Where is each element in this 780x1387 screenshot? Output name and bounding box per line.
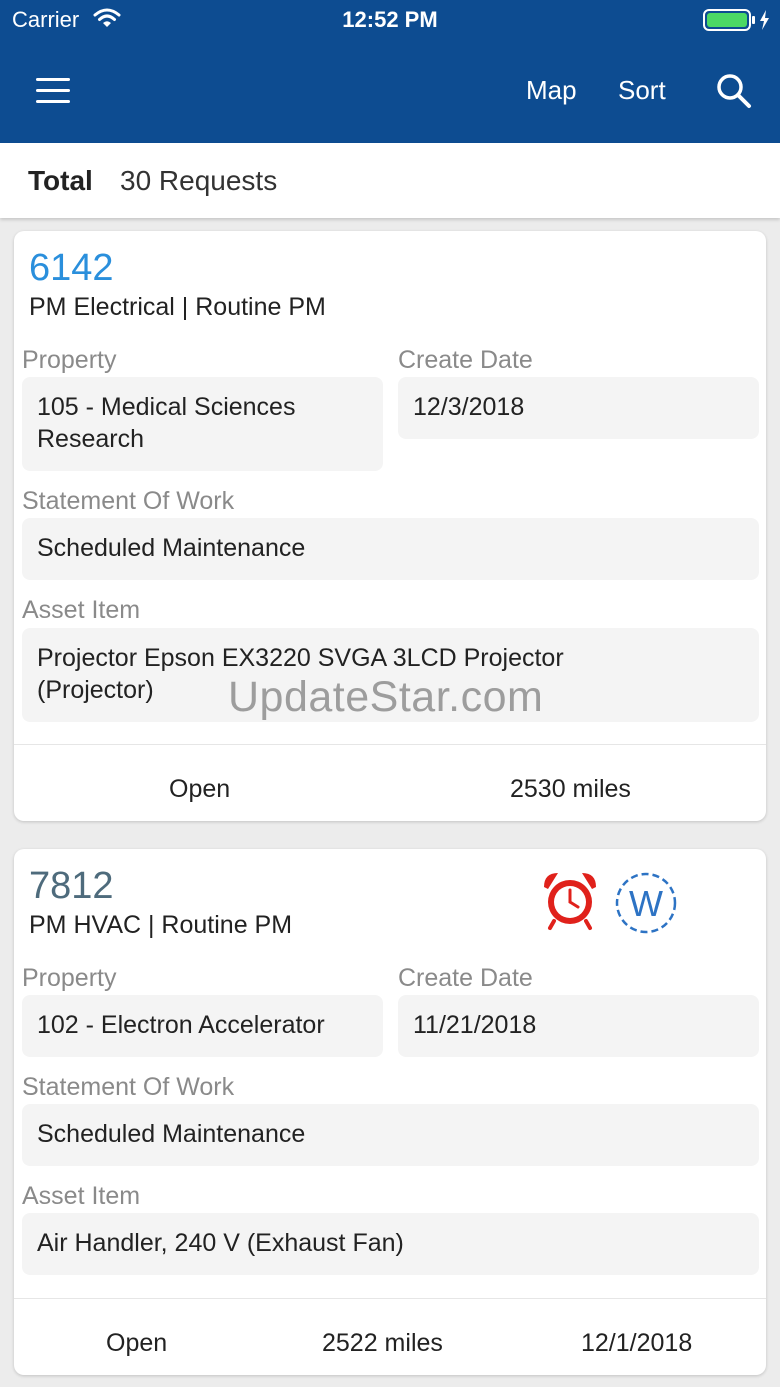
create-date-value: 11/21/2018 (398, 995, 759, 1057)
battery-icon (703, 9, 769, 31)
asset-item-line: Air Handler, 240 V (Exhaust Fan) (37, 1229, 404, 1257)
statement-of-work-text: Scheduled Maintenance (37, 1120, 306, 1148)
property-label: Property (22, 964, 117, 992)
asset-item-value: Air Handler, 240 V (Exhaust Fan) (22, 1213, 759, 1275)
request-distance: 2522 miles (322, 1329, 443, 1357)
request-card[interactable]: 7812 PM HVAC | Routine PM W Property 102… (14, 849, 766, 1375)
statement-of-work-label: Statement Of Work (22, 1073, 235, 1101)
sort-button[interactable]: Sort (618, 75, 666, 106)
watermark-text: UpdateStar.com (228, 673, 544, 721)
total-count: 30 Requests (120, 165, 278, 196)
request-distance: 2530 miles (510, 775, 631, 803)
request-type: PM HVAC | Routine PM (29, 911, 293, 939)
create-date-label: Create Date (398, 964, 533, 992)
statement-of-work-value: Scheduled Maintenance (22, 518, 759, 580)
total-summary-bar: Total 30 Requests (0, 143, 780, 218)
property-value-line: 102 - Electron Accelerator (37, 1011, 325, 1039)
request-id: 7812 (29, 865, 114, 907)
statement-of-work-text: Scheduled Maintenance (37, 534, 306, 562)
property-value-line: 105 - Medical Sciences (37, 393, 296, 421)
request-due-date: 12/1/2018 (581, 1329, 693, 1357)
status-bar: Carrier 12:52 PM (0, 0, 780, 40)
navigation-bar: Map Sort (0, 40, 780, 143)
clock-time: 12:52 PM (342, 7, 438, 32)
create-date-value: 12/3/2018 (398, 377, 759, 439)
asset-item-label: Asset Item (22, 596, 141, 624)
statement-of-work-value: Scheduled Maintenance (22, 1104, 759, 1166)
map-button[interactable]: Map (526, 75, 577, 106)
card-divider (14, 1298, 766, 1299)
create-date-text: 12/3/2018 (413, 393, 525, 421)
property-label: Property (22, 346, 117, 374)
create-date-text: 11/21/2018 (413, 1011, 537, 1039)
property-value: 105 - Medical Sciences Research (22, 377, 383, 471)
request-id: 6142 (29, 247, 114, 289)
w-badge-icon: W (615, 872, 677, 934)
property-value: 102 - Electron Accelerator (22, 995, 383, 1057)
total-label: Total (28, 165, 93, 196)
request-status: Open (169, 775, 231, 803)
hamburger-menu-icon[interactable] (36, 78, 70, 104)
card-divider (14, 744, 766, 745)
app-header: Carrier 12:52 PM Map Sort (0, 0, 780, 143)
asset-item-line: Projector Epson EX3220 SVGA 3LCD Project… (37, 644, 564, 672)
w-badge-letter: W (629, 883, 663, 924)
create-date-label: Create Date (398, 346, 533, 374)
statement-of-work-label: Statement Of Work (22, 487, 235, 515)
asset-item-label: Asset Item (22, 1182, 141, 1210)
search-icon[interactable] (716, 73, 752, 109)
request-type: PM Electrical | Routine PM (29, 293, 326, 321)
request-card[interactable]: 6142 PM Electrical | Routine PM Property… (14, 231, 766, 821)
property-value-line: Research (37, 425, 144, 453)
alarm-clock-icon (544, 873, 596, 930)
request-status: Open (106, 1329, 168, 1357)
